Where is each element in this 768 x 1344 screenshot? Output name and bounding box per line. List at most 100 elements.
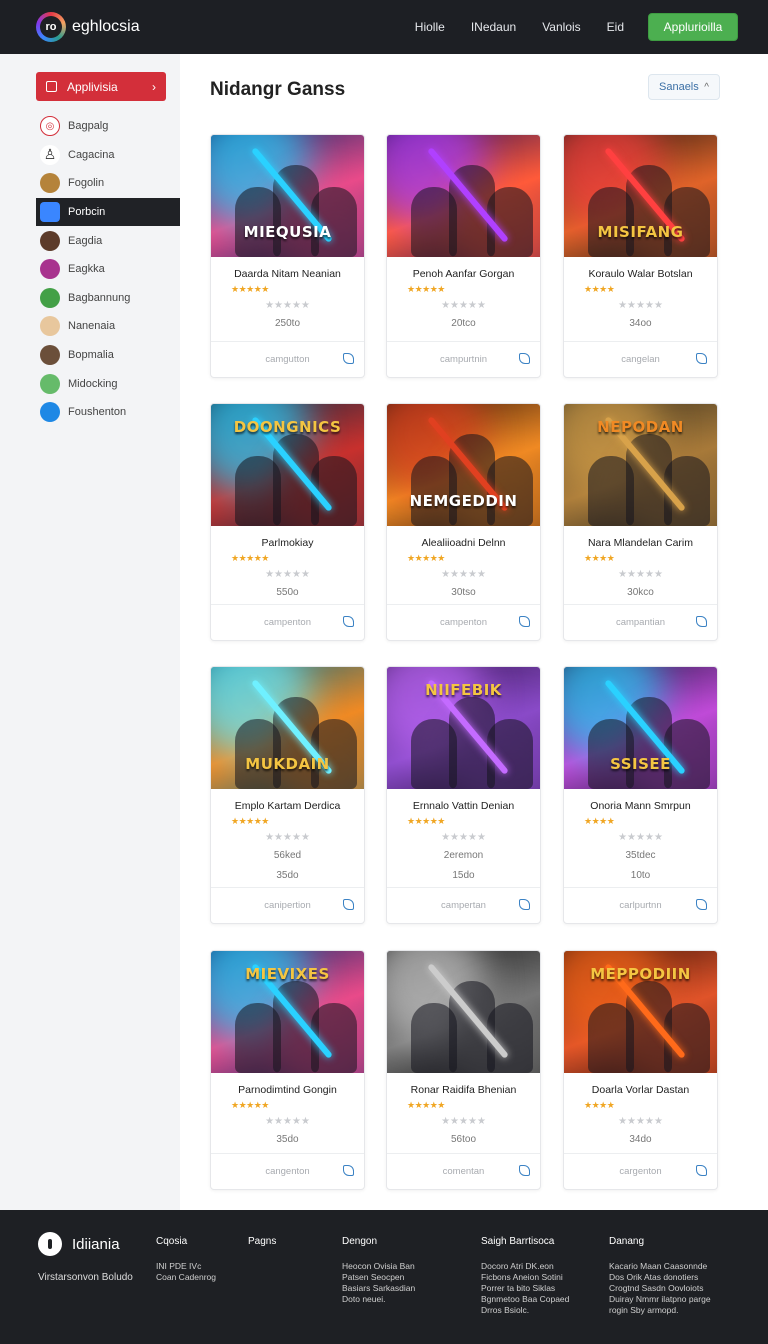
sidebar-item[interactable]: Bopmalia [36, 341, 180, 370]
sidebar-item[interactable]: Fogolin [36, 169, 180, 198]
nav-link-4[interactable]: Eid [607, 20, 624, 34]
game-title[interactable]: Emplo Kartam Derdica [211, 800, 364, 812]
card-footer-link[interactable]: cangenton [265, 1166, 309, 1177]
game-title[interactable]: Ronar Raidifa Bhenian [387, 1084, 540, 1096]
share-icon[interactable] [519, 616, 530, 627]
game-thumbnail[interactable]: SSISEE [564, 667, 717, 789]
game-title[interactable]: Parlmokiay [211, 537, 364, 549]
sidebar-item-label: Midocking [68, 377, 118, 390]
game-title[interactable]: Nara Mlandelan Carim [564, 537, 717, 549]
card-footer-link[interactable]: campenton [264, 617, 311, 628]
game-thumbnail[interactable]: NEMGEDDIN [387, 404, 540, 526]
sidebar-item[interactable]: Midocking [36, 369, 180, 398]
share-icon[interactable] [343, 1165, 354, 1176]
game-card[interactable]: MIEQUSIA Daarda Nitam Neanian ★★★★★ ★★★★★ 25… [210, 134, 365, 378]
rating-input-stars[interactable]: ★★★★★ [564, 1116, 717, 1128]
game-card[interactable]: MISIFANG Koraulo Walar Botslan ★★★★ ★★★★★ 34… [563, 134, 718, 378]
game-thumbnail[interactable]: MUKDAIN [211, 667, 364, 789]
game-card[interactable]: Ronar Raidifa Bhenian ★★★★★ ★★★★★ 56too come… [386, 950, 541, 1190]
sidebar-item[interactable]: Nanenaia [36, 312, 180, 341]
cta-button[interactable]: Applurioilla [648, 13, 738, 41]
sidebar-item[interactable]: Bagbannung [36, 284, 180, 313]
rating-input-stars[interactable]: ★★★★★ [211, 832, 364, 844]
sidebar-item[interactable]: Eagkka [36, 255, 180, 284]
game-card[interactable]: Penoh Aanfar Gorgan ★★★★★ ★★★★★ 20tco campur… [386, 134, 541, 378]
game-thumbnail[interactable]: DOONGNICS [211, 404, 364, 526]
footer-column-heading[interactable]: Danang [609, 1236, 711, 1247]
footer-column-heading[interactable]: Cqosia [156, 1236, 216, 1247]
sidebar-item[interactable]: Porbcin [36, 197, 180, 227]
card-footer-link[interactable]: campurtnin [440, 354, 487, 365]
nav-link-3[interactable]: Vanlois [542, 20, 580, 34]
game-title[interactable]: Koraulo Walar Botslan [564, 268, 717, 280]
card-footer-link[interactable]: campantian [616, 617, 665, 628]
footer-column-heading[interactable]: Saigh Barrtisoca [481, 1236, 569, 1247]
game-title[interactable]: Doarla Vorlar Dastan [564, 1084, 717, 1096]
card-footer-link[interactable]: comentan [443, 1166, 485, 1177]
game-thumbnail[interactable]: MIEQUSIA [211, 135, 364, 257]
share-icon[interactable] [696, 1165, 707, 1176]
sidebar-primary-button[interactable]: Applivisia › [36, 72, 166, 101]
nav-link-1[interactable]: Hiolle [415, 20, 445, 34]
game-card[interactable]: NIIFEBIK Ernnalo Vattin Denian ★★★★★ ★★★★★ 2… [386, 666, 541, 924]
game-thumbnail[interactable]: NEPODAN [564, 404, 717, 526]
footer-column-heading[interactable]: Dengon [342, 1236, 415, 1247]
card-footer-link[interactable]: canipertion [264, 900, 310, 911]
rating-input-stars[interactable]: ★★★★★ [564, 300, 717, 312]
rating-input-stars[interactable]: ★★★★★ [211, 300, 364, 312]
sidebar-item[interactable]: ◎ Bagpalg [36, 112, 180, 141]
rating-input-stars[interactable]: ★★★★★ [387, 832, 540, 844]
game-card[interactable]: DOONGNICS Parlmokiay ★★★★★ ★★★★★ 550o campent… [210, 403, 365, 641]
share-icon[interactable] [696, 899, 707, 910]
share-icon[interactable] [343, 899, 354, 910]
game-thumbnail[interactable]: NIIFEBIK [387, 667, 540, 789]
share-icon[interactable] [519, 899, 530, 910]
game-thumbnail[interactable] [387, 951, 540, 1073]
card-footer-link[interactable]: camgutton [265, 354, 309, 365]
nav-link-2[interactable]: INedaun [471, 20, 516, 34]
game-card[interactable]: MEPPODIIN Doarla Vorlar Dastan ★★★★ ★★★★★ 34… [563, 950, 718, 1190]
game-title[interactable]: Daarda Nitam Neanian [211, 268, 364, 280]
sort-dropdown[interactable]: Sanaels ^ [648, 74, 720, 100]
game-card[interactable]: MUKDAIN Emplo Kartam Derdica ★★★★★ ★★★★★ 56k… [210, 666, 365, 924]
card-footer-link[interactable]: carlpurtnn [619, 900, 661, 911]
rating-input-stars[interactable]: ★★★★★ [211, 569, 364, 581]
game-title[interactable]: Penoh Aanfar Gorgan [387, 268, 540, 280]
game-title[interactable]: Onoria Mann Smrpun [564, 800, 717, 812]
game-card[interactable]: MIEVIXES Parnodimtind Gongin ★★★★★ ★★★★★ 35d… [210, 950, 365, 1190]
sidebar-item[interactable]: Eagdia [36, 226, 180, 255]
game-title[interactable]: Parnodimtind Gongin [211, 1084, 364, 1096]
rating-input-stars[interactable]: ★★★★★ [564, 832, 717, 844]
share-icon[interactable] [343, 353, 354, 364]
card-footer: canipertion [211, 887, 364, 923]
rating-input-stars[interactable]: ★★★★★ [387, 1116, 540, 1128]
game-thumbnail[interactable] [387, 135, 540, 257]
game-card[interactable]: NEMGEDDIN Alealiioadni Delnn ★★★★★ ★★★★★ 30t… [386, 403, 541, 641]
share-icon[interactable] [696, 616, 707, 627]
rating-input-stars[interactable]: ★★★★★ [387, 569, 540, 581]
share-icon[interactable] [696, 353, 707, 364]
card-footer: comentan [387, 1153, 540, 1189]
rating-input-stars[interactable]: ★★★★★ [211, 1116, 364, 1128]
sidebar-item[interactable]: ♙ Cagacina [36, 141, 180, 170]
game-title[interactable]: Alealiioadni Delnn [387, 537, 540, 549]
card-footer-link[interactable]: cargenton [619, 1166, 661, 1177]
card-footer-link[interactable]: cangelan [621, 354, 660, 365]
share-icon[interactable] [343, 616, 354, 627]
sort-label: Sanaels [659, 81, 699, 93]
rating-input-stars[interactable]: ★★★★★ [564, 569, 717, 581]
game-card[interactable]: NEPODAN Nara Mlandelan Carim ★★★★ ★★★★★ 30kc… [563, 403, 718, 641]
game-thumbnail[interactable]: MIEVIXES [211, 951, 364, 1073]
sidebar-item[interactable]: Foushenton [36, 398, 180, 427]
footer-column-heading[interactable]: Pagns [248, 1236, 276, 1247]
share-icon[interactable] [519, 353, 530, 364]
game-title[interactable]: Ernnalo Vattin Denian [387, 800, 540, 812]
card-footer-link[interactable]: campertan [441, 900, 486, 911]
share-icon[interactable] [519, 1165, 530, 1176]
game-thumbnail[interactable]: MISIFANG [564, 135, 717, 257]
game-card[interactable]: SSISEE Onoria Mann Smrpun ★★★★ ★★★★★ 35tdec 1… [563, 666, 718, 924]
rating-input-stars[interactable]: ★★★★★ [387, 300, 540, 312]
brand[interactable]: ro eghlocsia [36, 12, 140, 42]
card-footer-link[interactable]: campenton [440, 617, 487, 628]
game-thumbnail[interactable]: MEPPODIIN [564, 951, 717, 1073]
